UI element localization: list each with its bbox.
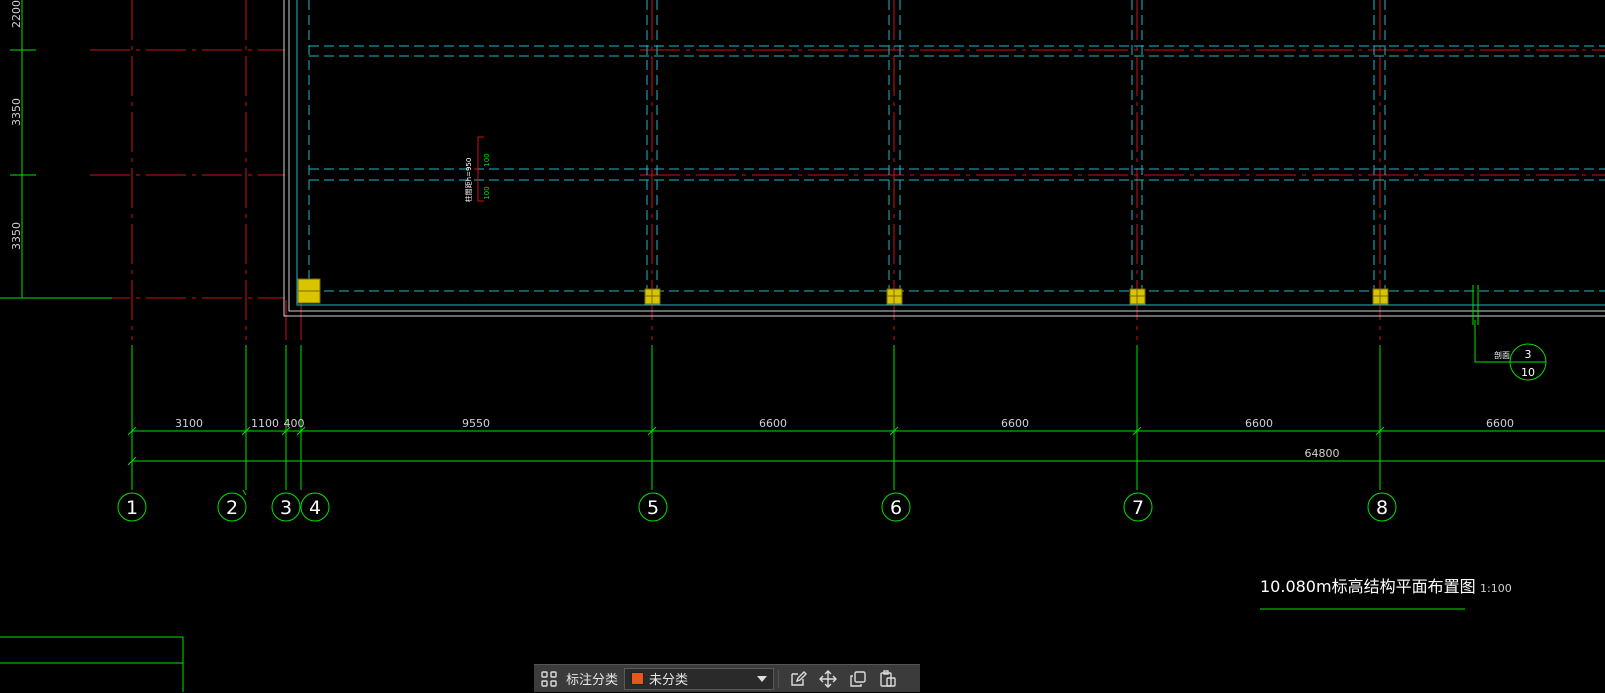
span-dim-5: 6600 (759, 417, 787, 430)
axis-label-5: 5 (647, 497, 659, 519)
drawing-title: 10.080m标高结构平面布置图 (1260, 577, 1476, 596)
section-sheet: 10 (1521, 366, 1535, 379)
axis-label-3: 3 (280, 497, 292, 519)
axis-label-2: 2 (226, 497, 238, 519)
span-dim-3: 400 (284, 417, 305, 430)
note-dim-1: 100 (483, 153, 491, 166)
drawing-title-block: 10.080m标高结构平面布置图 1:100 (1260, 577, 1512, 610)
left-dim-3: 3350 (10, 222, 23, 250)
annotation-toolbar: 标注分类 未分类 (534, 664, 920, 692)
column-axis-7 (1129, 288, 1146, 305)
span-dim-7: 6600 (1245, 417, 1273, 430)
grid-icon[interactable] (534, 665, 564, 693)
category-label: 标注分类 (566, 673, 619, 688)
beam-lines (296, 0, 1605, 306)
total-dim: 64800 (1305, 447, 1340, 460)
note-dim-2: 100 (483, 186, 491, 199)
span-dim-2: 1100 (251, 417, 279, 430)
column-axis-8 (1372, 288, 1389, 305)
move-icon[interactable] (813, 665, 843, 693)
span-dim-6: 6600 (1001, 417, 1029, 430)
copy-icon[interactable] (843, 665, 873, 693)
note-label: 柱間距h=950 (464, 158, 473, 203)
span-dim-1: 3100 (175, 417, 203, 430)
category-value: 未分类 (649, 673, 689, 688)
axis-label-4: 4 (309, 497, 321, 519)
paste-icon[interactable] (873, 665, 903, 693)
section-tag: 剖面 (1494, 350, 1510, 360)
edit-icon[interactable] (783, 665, 813, 693)
dimension-lines (127, 345, 1605, 496)
axis-label-8: 8 (1376, 497, 1388, 519)
span-dimension-labels: 3100 1100 400 9550 6600 6600 6600 6600 6… (175, 417, 1514, 460)
note-marker: 柱間距h=950 100 100 (464, 136, 491, 203)
section-num: 3 (1525, 348, 1532, 361)
span-dim-8: 6600 (1486, 417, 1514, 430)
column-corner (297, 278, 321, 304)
category-dropdown[interactable]: 未分类 (624, 667, 775, 690)
axis-label-1: 1 (126, 497, 138, 519)
cad-drawing-canvas[interactable]: 2200 3350 3350 柱間距h=950 100 100 剖面 3 10 (0, 0, 1605, 692)
section-mark: 剖面 3 10 (1472, 285, 1547, 381)
axis-label-7: 7 (1132, 497, 1144, 519)
axis-label-6: 6 (890, 497, 902, 519)
toolbar-divider (778, 669, 780, 688)
left-dim-1: 2200 (10, 0, 23, 28)
category-color-swatch (631, 672, 645, 685)
column-axis-5 (644, 288, 661, 305)
chevron-down-icon (757, 675, 768, 682)
drawing-scale: 1:100 (1480, 582, 1512, 595)
column-axis-6 (886, 288, 903, 305)
span-dim-4: 9550 (462, 417, 490, 430)
left-dim-2: 3350 (10, 98, 23, 126)
left-dimension (0, 0, 112, 299)
frame-fragment (0, 636, 184, 692)
axis-labels: 1 2 3 4 5 6 7 8 (126, 497, 1388, 519)
